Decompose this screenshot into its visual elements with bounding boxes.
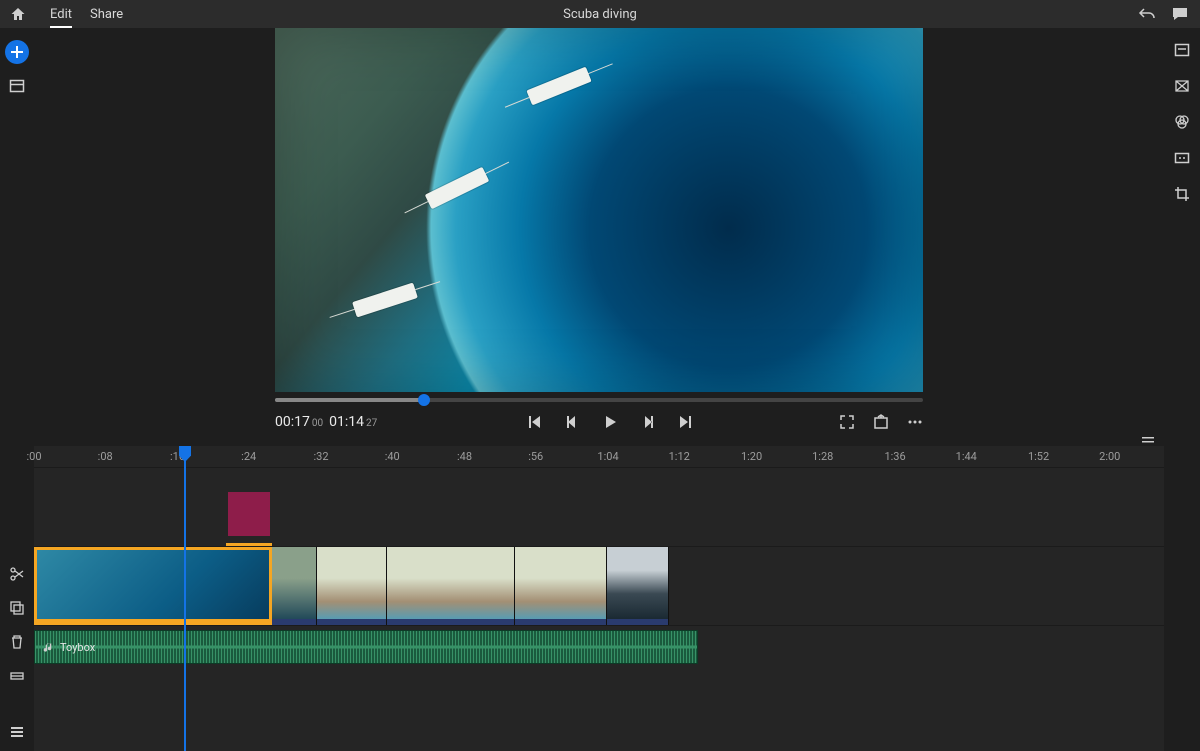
step-forward-icon[interactable] — [640, 414, 656, 430]
trash-icon[interactable] — [9, 634, 25, 650]
top-bar: Edit Share Scuba diving — [0, 0, 1200, 28]
ruler-tick: 1:36 — [884, 450, 905, 463]
tab-edit[interactable]: Edit — [50, 1, 72, 28]
scrub-head[interactable] — [418, 394, 430, 406]
transitions-icon[interactable] — [1174, 78, 1190, 94]
video-preview[interactable] — [275, 28, 923, 392]
scrub-bar[interactable] — [275, 398, 923, 402]
ruler-tick: :48 — [457, 450, 472, 463]
project-title: Scuba diving — [0, 7, 1200, 22]
tab-share[interactable]: Share — [90, 1, 123, 28]
timeline-playhead[interactable] — [184, 446, 186, 751]
preview-stage: 00:17 00 01:14 27 — [34, 28, 1164, 446]
ruler-tick: :32 — [314, 450, 329, 463]
step-back-icon[interactable] — [564, 414, 580, 430]
track-height-icon[interactable] — [9, 725, 25, 741]
play-icon[interactable] — [602, 414, 618, 430]
scissors-icon[interactable] — [9, 566, 25, 582]
add-media-button[interactable] — [5, 40, 29, 64]
ruler-tick: :40 — [385, 450, 400, 463]
project-panel-icon[interactable] — [9, 78, 25, 94]
ruler-tick: 1:04 — [597, 450, 618, 463]
current-frames: 00 — [312, 418, 323, 429]
color-icon[interactable] — [1174, 114, 1190, 130]
ruler-tick: 1:44 — [956, 450, 977, 463]
timeline-view-tools — [0, 725, 34, 741]
timeline-tools — [0, 566, 34, 684]
more-icon[interactable] — [907, 414, 923, 430]
time-ruler[interactable]: :00:08:16:24:32:40:48:561:041:121:201:28… — [34, 446, 1164, 468]
titles-icon[interactable] — [1174, 42, 1190, 58]
ruler-tick: 1:20 — [741, 450, 762, 463]
duplicate-icon[interactable] — [9, 600, 25, 616]
video-clip[interactable] — [317, 547, 387, 625]
total-frames: 27 — [366, 418, 377, 429]
video-track — [34, 546, 1164, 626]
video-clip[interactable] — [272, 547, 317, 625]
undo-icon[interactable] — [1138, 6, 1156, 22]
video-clip[interactable] — [515, 547, 607, 625]
goto-start-icon[interactable] — [526, 414, 542, 430]
audio-track-name: Toybox — [60, 641, 95, 654]
right-rail — [1164, 28, 1200, 202]
ruler-tick: :08 — [98, 450, 113, 463]
marker-region[interactable] — [228, 492, 270, 536]
left-rail — [0, 28, 34, 94]
ruler-tick: :24 — [241, 450, 256, 463]
ruler-tick: :56 — [528, 450, 543, 463]
ruler-tick: 1:28 — [812, 450, 833, 463]
home-icon[interactable] — [0, 6, 36, 22]
speed-icon[interactable] — [1174, 150, 1190, 166]
timeline: :00:08:16:24:32:40:48:561:041:121:201:28… — [34, 446, 1164, 751]
playback-controls: 00:17 00 01:14 27 — [275, 402, 923, 442]
video-clip[interactable] — [34, 547, 272, 625]
fullscreen-icon[interactable] — [839, 414, 855, 430]
crop-icon[interactable] — [1174, 186, 1190, 202]
video-clip[interactable] — [607, 547, 669, 625]
ruler-tick: 1:52 — [1028, 450, 1049, 463]
comment-icon[interactable] — [1172, 6, 1188, 22]
current-time: 00:17 — [275, 414, 310, 430]
ruler-tick: :00 — [26, 450, 41, 463]
ruler-tick: 2:00 — [1099, 450, 1120, 463]
export-frame-icon[interactable] — [873, 414, 889, 430]
total-time: 01:14 — [329, 414, 364, 430]
ruler-tick: 1:12 — [669, 450, 690, 463]
audio-track[interactable]: Toybox — [34, 630, 698, 664]
goto-end-icon[interactable] — [678, 414, 694, 430]
video-clip[interactable] — [387, 547, 515, 625]
volume-track-icon[interactable] — [9, 668, 25, 684]
music-note-icon — [43, 642, 54, 653]
